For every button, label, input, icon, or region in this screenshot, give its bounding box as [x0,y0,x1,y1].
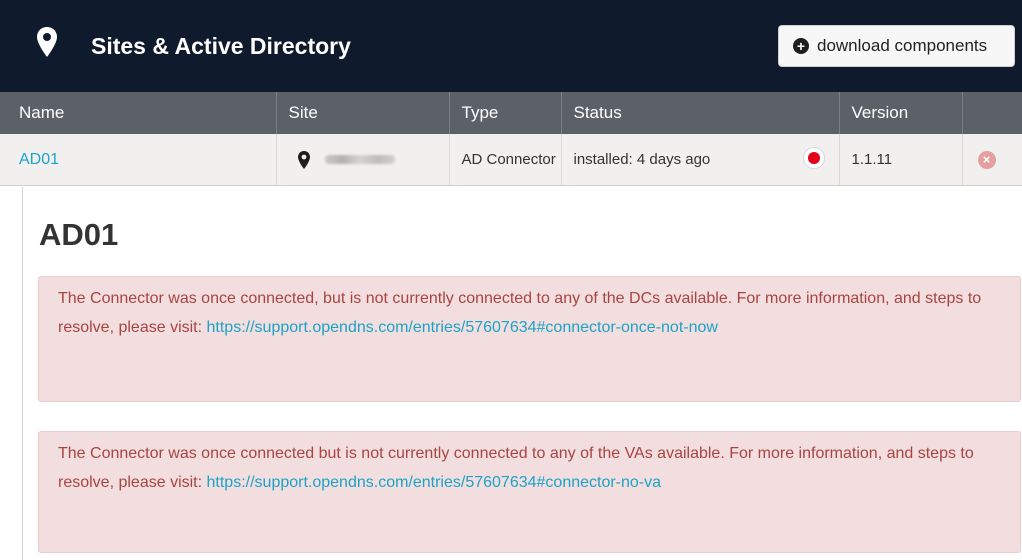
page-title: Sites & Active Directory [91,33,351,59]
connector-name-link[interactable]: AD01 [19,151,59,168]
column-header-site[interactable]: Site [276,92,450,134]
column-header-actions [962,92,1022,134]
sites-table: Name Site Type Status Version AD01 AD Co… [0,92,1022,186]
column-header-type[interactable]: Type [449,92,562,134]
detail-title: AD01 [39,217,119,252]
cell-site [276,134,450,186]
alert-vas-not-connected: The Connector was once connected but is … [38,431,1021,553]
alert-support-link[interactable]: https://support.opendns.com/entries/5760… [207,474,662,491]
connector-detail-panel: AD01 The Connector was once connected, b… [22,187,1022,560]
cell-actions: × [962,134,1022,186]
plus-circle-icon: + [793,38,809,54]
cell-status: installed: 4 days ago [561,134,840,186]
table-row[interactable]: AD01 AD Connector installed: 4 days ago [0,134,1022,186]
site-name-redacted [324,155,395,164]
download-components-button[interactable]: + download components [778,25,1015,67]
close-circle-icon[interactable]: × [977,150,996,169]
cell-type: AD Connector [449,134,562,186]
status-dot-icon [807,152,820,164]
status-indicator [802,147,825,169]
column-header-status[interactable]: Status [561,92,840,134]
map-pin-icon [37,27,57,57]
cell-version: 1.1.11 [839,134,963,186]
cell-name: AD01 [0,134,277,186]
alert-support-link[interactable]: https://support.opendns.com/entries/5760… [207,319,718,336]
map-pin-icon [297,150,310,169]
status-text: installed: 4 days ago [573,151,711,168]
page-header: Sites & Active Directory + download comp… [0,0,1022,92]
column-header-name[interactable]: Name [0,92,277,134]
table-header-row: Name Site Type Status Version [0,92,1022,134]
download-components-label: download components [817,36,988,55]
alert-dcs-not-connected: The Connector was once connected, but is… [38,276,1021,402]
column-header-version[interactable]: Version [839,92,963,134]
